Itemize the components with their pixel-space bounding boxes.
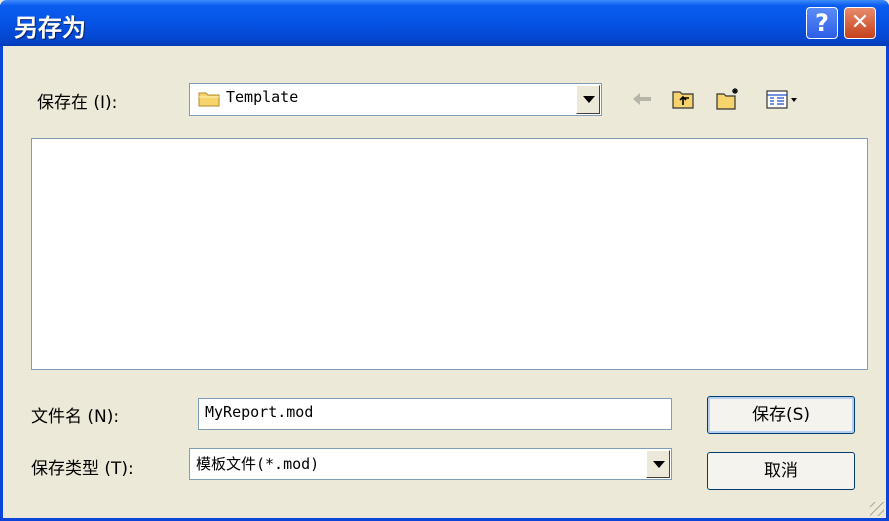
filetype-value: 模板文件(*.mod)	[196, 455, 320, 473]
cancel-button[interactable]: 取消	[707, 452, 855, 490]
filename-label: 文件名 (N):	[31, 407, 120, 427]
filetype-label: 保存类型 (T):	[31, 459, 134, 479]
up-folder-icon[interactable]	[670, 86, 696, 112]
title-bar[interactable]: 另存为 ? ✕	[0, 0, 889, 46]
save-button[interactable]: 保存(S)	[707, 396, 855, 434]
file-list[interactable]	[31, 138, 868, 370]
save-as-dialog: 另存为 ? ✕ 保存在 (I): Template 文件名 (N): MyRep…	[0, 0, 889, 521]
resize-grip[interactable]	[870, 502, 884, 516]
filename-input[interactable]: MyReport.mod	[198, 398, 672, 430]
arrow-left-icon[interactable]	[629, 86, 655, 112]
help-button[interactable]: ?	[806, 7, 838, 39]
save-in-dropdown[interactable]: Template	[189, 83, 602, 116]
save-in-value: Template	[226, 88, 299, 106]
chevron-down-icon[interactable]	[646, 450, 670, 478]
new-folder-icon[interactable]	[715, 86, 741, 112]
close-button[interactable]: ✕	[844, 7, 876, 39]
save-in-label: 保存在 (I):	[37, 93, 118, 113]
filename-value: MyReport.mod	[205, 403, 314, 421]
view-menu-icon[interactable]	[765, 86, 801, 112]
filetype-dropdown[interactable]: 模板文件(*.mod)	[189, 448, 672, 480]
dialog-title: 另存为	[14, 14, 86, 42]
folder-icon	[198, 92, 220, 107]
chevron-down-icon[interactable]	[576, 85, 600, 114]
